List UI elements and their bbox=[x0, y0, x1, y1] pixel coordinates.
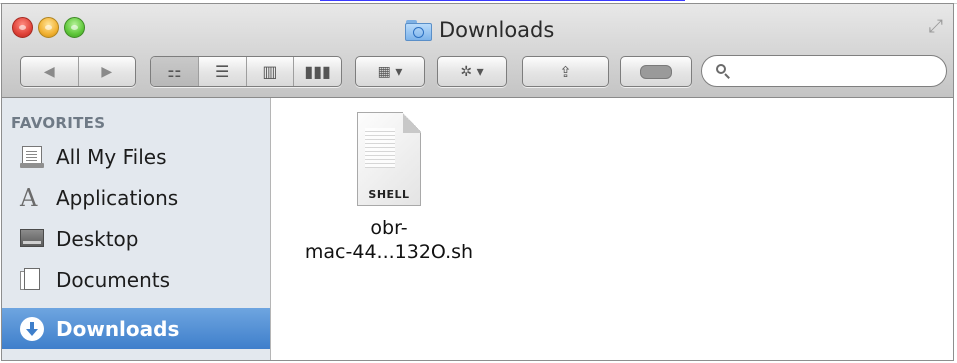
sidebar-item-label: Desktop bbox=[56, 226, 139, 251]
zoom-button[interactable] bbox=[64, 17, 85, 38]
forward-button[interactable]: ▶ bbox=[77, 57, 136, 86]
tag-pill-icon bbox=[640, 64, 672, 79]
window-title: Downloads bbox=[439, 18, 555, 42]
downloads-icon bbox=[20, 316, 44, 341]
downloads-folder-icon bbox=[405, 19, 433, 41]
sidebar-item-applications[interactable]: A Applications bbox=[2, 177, 270, 218]
sidebar-item-all-my-files[interactable]: All My Files bbox=[2, 136, 270, 177]
back-forward-control: ◀ ▶ bbox=[20, 56, 136, 87]
column-view-button[interactable]: ▥ bbox=[245, 57, 294, 86]
finder-window: Downloads ⤢ ◀ ▶ ⚏ ☰ ▥ ▮▮▮ ▦ ▾ ✲ ▾ ⇪ FAVO… bbox=[1, 3, 954, 361]
search-field[interactable] bbox=[701, 55, 947, 87]
share-button[interactable]: ⇪ bbox=[522, 56, 609, 87]
window-title-group: Downloads bbox=[405, 17, 554, 43]
file-browser-content: SHELL obr- mac-44...132O.sh bbox=[271, 98, 953, 360]
fullscreen-arrows-icon[interactable]: ⤢ bbox=[929, 16, 943, 37]
icon-view-button[interactable]: ⚏ bbox=[151, 57, 198, 86]
file-type-badge: SHELL bbox=[368, 187, 410, 201]
all-my-files-icon bbox=[20, 145, 44, 169]
list-view-button[interactable]: ☰ bbox=[197, 57, 246, 86]
file-name-line-2: mac-44...132O.sh bbox=[304, 241, 474, 263]
shell-script-file-icon: SHELL bbox=[353, 112, 425, 208]
arrange-button[interactable]: ▦ ▾ bbox=[355, 56, 425, 87]
sidebar-item-desktop[interactable]: Desktop bbox=[2, 218, 270, 259]
tags-button[interactable] bbox=[620, 56, 692, 87]
sidebar-item-documents[interactable]: Documents bbox=[2, 259, 270, 300]
sidebar-item-downloads[interactable]: Downloads bbox=[2, 308, 270, 349]
coverflow-view-button[interactable]: ▮▮▮ bbox=[293, 57, 341, 86]
sidebar-heading-favorites: FAVORITES bbox=[11, 114, 106, 132]
sidebar-item-label: Documents bbox=[56, 267, 171, 292]
sidebar-item-label: Downloads bbox=[56, 316, 180, 341]
file-name-line-1: obr- bbox=[370, 217, 408, 239]
search-input[interactable] bbox=[738, 62, 942, 80]
applications-icon: A bbox=[20, 183, 38, 212]
search-icon bbox=[716, 64, 730, 79]
sidebar: FAVORITES All My Files A Applications De… bbox=[2, 98, 271, 360]
back-button[interactable]: ◀ bbox=[21, 57, 78, 86]
link-underline bbox=[320, 0, 685, 1]
minimize-button[interactable] bbox=[38, 17, 59, 38]
close-button[interactable] bbox=[12, 17, 33, 38]
documents-icon bbox=[20, 267, 44, 292]
file-item[interactable]: SHELL obr- mac-44...132O.sh bbox=[304, 112, 474, 264]
view-mode-control: ⚏ ☰ ▥ ▮▮▮ bbox=[150, 56, 342, 87]
sidebar-item-label: Applications bbox=[56, 185, 179, 210]
sidebar-item-label: All My Files bbox=[56, 144, 167, 169]
titlebar: Downloads ⤢ ◀ ▶ ⚏ ☰ ▥ ▮▮▮ ▦ ▾ ✲ ▾ ⇪ bbox=[2, 4, 953, 98]
action-gear-button[interactable]: ✲ ▾ bbox=[437, 56, 507, 87]
desktop-icon bbox=[20, 227, 44, 251]
